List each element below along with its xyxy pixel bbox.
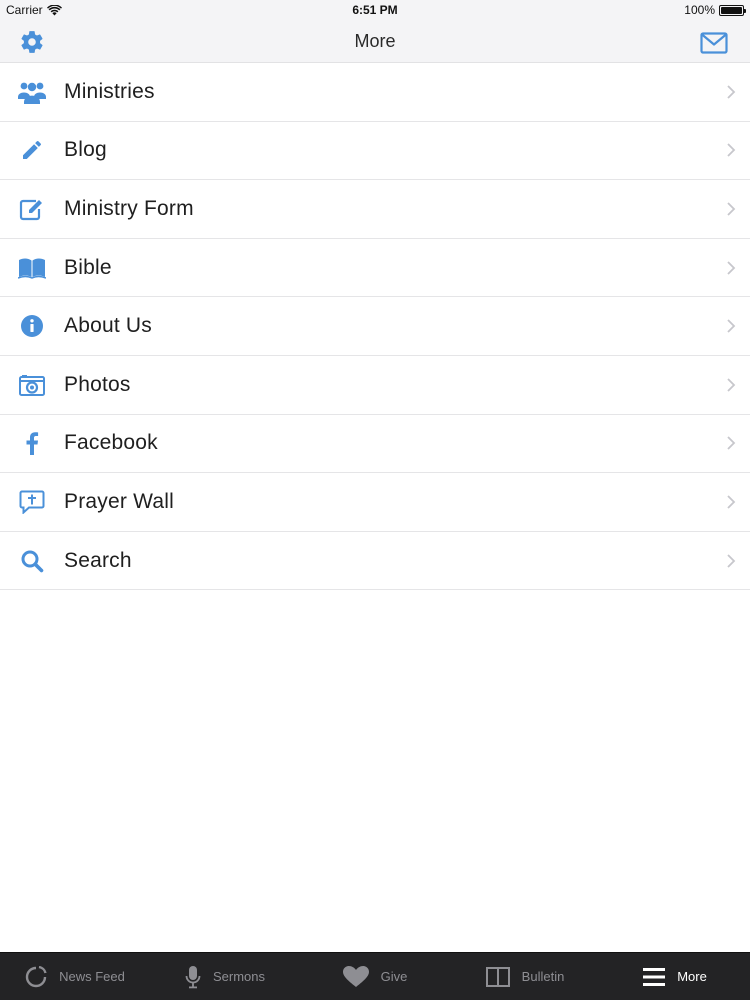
bulletin-icon: [485, 966, 510, 987]
book-icon: [18, 254, 46, 282]
tab-sermons[interactable]: Sermons: [150, 953, 300, 1000]
edit-form-icon: [18, 195, 46, 223]
chevron-right-icon: [727, 85, 736, 99]
search-icon: [18, 547, 46, 575]
menu-item-about-us[interactable]: About Us: [0, 297, 750, 356]
menu-item-label: Prayer Wall: [64, 489, 174, 513]
mail-icon[interactable]: [700, 32, 728, 54]
status-right: 100%: [684, 3, 746, 17]
status-bar: Carrier 6:51 PM 100%: [0, 0, 750, 20]
battery-percent: 100%: [684, 3, 715, 17]
tab-bulletin[interactable]: Bulletin: [450, 953, 600, 1000]
battery-icon: [719, 4, 746, 16]
info-icon: [18, 312, 46, 340]
menu-list: Ministries Blog Ministry Form Bible Abou…: [0, 63, 750, 591]
chevron-right-icon: [727, 553, 736, 568]
menu-item-label: Ministry Form: [64, 196, 194, 220]
chevron-right-icon: [727, 143, 736, 158]
camera-icon: [18, 371, 46, 399]
menu-item-label: Blog: [64, 138, 107, 162]
menu-item-ministries[interactable]: Ministries: [0, 63, 750, 122]
menu-item-prayer-wall[interactable]: Prayer Wall: [0, 473, 750, 532]
menu-item-blog[interactable]: Blog: [0, 121, 750, 181]
chevron-right-icon: [727, 260, 736, 275]
menu-item-label: Facebook: [64, 431, 158, 455]
menu-item-label: Search: [64, 548, 132, 572]
menu-item-facebook[interactable]: Facebook: [0, 414, 750, 474]
menu-item-photos[interactable]: Photos: [0, 355, 750, 415]
tab-label: Give: [380, 969, 408, 984]
menu-item-label: Photos: [64, 372, 131, 396]
chevron-right-icon: [727, 495, 736, 509]
page-title: More: [354, 31, 396, 51]
prayer-bubble-icon: [18, 488, 46, 516]
menu-item-label: Bible: [64, 255, 112, 279]
tab-bar: News Feed Sermons Give Bulletin More: [0, 952, 750, 1000]
status-time: 6:51 PM: [352, 3, 398, 17]
tab-label: More: [677, 969, 707, 984]
menu-item-search[interactable]: Search: [0, 531, 750, 591]
microphone-icon: [185, 965, 201, 988]
pencil-icon: [18, 136, 46, 164]
chevron-right-icon: [727, 378, 736, 392]
chevron-right-icon: [727, 319, 736, 333]
menu-item-bible[interactable]: Bible: [0, 238, 750, 298]
menu-icon: [643, 967, 666, 986]
navigation-bar: More: [0, 20, 750, 63]
tab-news-feed[interactable]: News Feed: [0, 953, 150, 1000]
menu-item-ministry-form[interactable]: Ministry Form: [0, 180, 750, 239]
chevron-right-icon: [727, 202, 736, 216]
tab-label: Bulletin: [521, 969, 565, 984]
tab-give[interactable]: Give: [300, 953, 450, 1000]
news-feed-icon: [25, 965, 47, 987]
menu-item-label: Ministries: [64, 79, 155, 103]
facebook-icon: [18, 429, 46, 457]
tab-label: Sermons: [212, 969, 266, 984]
heart-icon: [342, 965, 369, 987]
tab-label: News Feed: [59, 969, 125, 984]
battery-fill: [721, 6, 742, 14]
users-icon: [18, 78, 46, 106]
menu-item-label: About Us: [64, 314, 152, 338]
tab-more[interactable]: More: [600, 953, 750, 1000]
chevron-right-icon: [727, 436, 736, 450]
